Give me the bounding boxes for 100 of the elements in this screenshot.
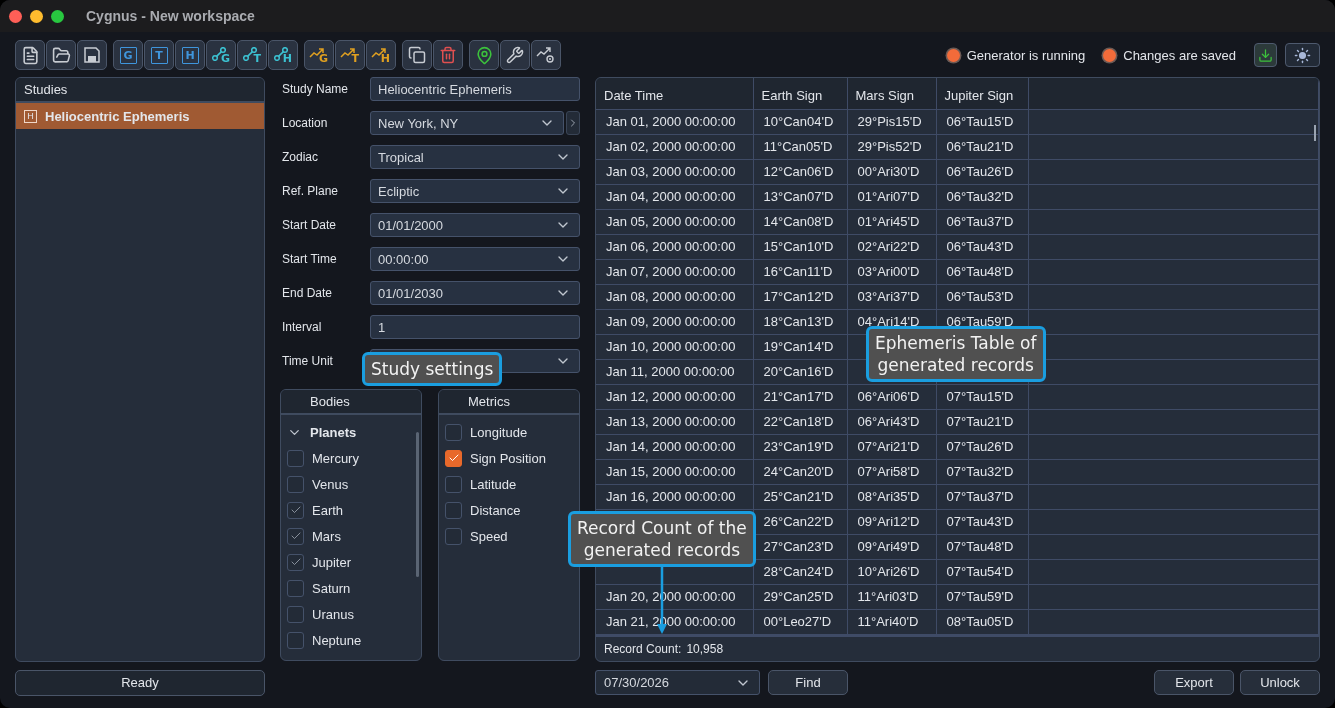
field-label: Start Date <box>281 218 338 232</box>
table-cell: 06°Tau15'D <box>936 109 1028 134</box>
annotation-tooltip: Ephemeris Table of generated records <box>866 326 1046 382</box>
table-cell: 29°Pis52'D <box>847 134 936 159</box>
table-cell: 06°Tau21'D <box>936 134 1028 159</box>
field-label: End Date <box>281 286 334 300</box>
body-label: Jupiter <box>312 554 352 570</box>
table-cell: 07°Tau48'D <box>936 534 1028 559</box>
table-cell: 14°Can08'D <box>753 209 847 234</box>
metric-label: Longitude <box>470 424 528 440</box>
table-cell: Jan 13, 2000 00:00:00 <box>596 409 753 434</box>
metric-label: Sign Position <box>470 450 546 466</box>
table-cell: 08°Ari35'D <box>847 484 936 509</box>
table-cell: 23°Can19'D <box>753 434 847 459</box>
table-cell: 11°Ari03'D <box>847 584 936 609</box>
table-cell: Jan 14, 2000 00:00:00 <box>596 434 753 459</box>
table-cell: 11°Ari40'D <box>847 609 936 634</box>
table-cell: 06°Tau53'D <box>936 284 1028 309</box>
panel-title: Bodies <box>309 394 350 409</box>
table-cell: 07°Tau26'D <box>936 434 1028 459</box>
table-cell: Jan 06, 2000 00:00:00 <box>596 234 753 259</box>
table-cell: 13°Can07'D <box>753 184 847 209</box>
table-cell: 01°Ari07'D <box>847 184 936 209</box>
table-cell: 17°Can12'D <box>753 284 847 309</box>
body-label: Venus <box>312 476 349 492</box>
table-cell: 16°Can11'D <box>753 259 847 284</box>
field-label: Ref. Plane <box>281 184 340 198</box>
table-cell: 24°Can20'D <box>753 459 847 484</box>
status-label: Changes are saved <box>1123 47 1236 63</box>
table-cell: 10°Ari26'D <box>847 559 936 584</box>
table-cell: Jan 11, 2000 00:00:00 <box>596 359 753 384</box>
table-cell: 07°Tau54'D <box>936 559 1028 584</box>
table-cell: 07°Tau59'D <box>936 584 1028 609</box>
body-label: Earth <box>312 502 344 518</box>
table-cell: Jan 01, 2000 00:00:00 <box>596 109 753 134</box>
body-label: Neptune <box>312 632 362 648</box>
table-cell: 09°Ari12'D <box>847 509 936 534</box>
record-count-label: Record Count: <box>604 641 682 656</box>
table-cell: 07°Tau32'D <box>936 459 1028 484</box>
table-cell: 00°Ari30'D <box>847 159 936 184</box>
table-cell: 29°Pis15'D <box>847 109 936 134</box>
table-cell: 06°Tau43'D <box>936 234 1028 259</box>
table-cell: 07°Tau43'D <box>936 509 1028 534</box>
metric-label: Speed <box>470 528 508 544</box>
table-cell: Jan 03, 2000 00:00:00 <box>596 159 753 184</box>
metric-label: Latitude <box>470 476 517 492</box>
window-title: Cygnus - New workspace <box>86 8 255 24</box>
annotation-tooltip: Record Count of the generated records <box>568 511 756 567</box>
table-cell: 03°Ari37'D <box>847 284 936 309</box>
table-cell: 22°Can18'D <box>753 409 847 434</box>
body-label: Mercury <box>312 450 359 466</box>
table-cell: 07°Ari58'D <box>847 459 936 484</box>
table-cell: Jan 08, 2000 00:00:00 <box>596 284 753 309</box>
table-cell: 15°Can10'D <box>753 234 847 259</box>
table-cell: 12°Can06'D <box>753 159 847 184</box>
table-cell: 29°Can25'D <box>753 584 847 609</box>
table-cell: 06°Tau48'D <box>936 259 1028 284</box>
table-cell: Jan 07, 2000 00:00:00 <box>596 259 753 284</box>
table-cell: 06°Tau32'D <box>936 184 1028 209</box>
table-cell: 07°Tau37'D <box>936 484 1028 509</box>
table-cell: 07°Tau21'D <box>936 409 1028 434</box>
table-cell: 06°Ari43'D <box>847 409 936 434</box>
table-cell: 18°Can13'D <box>753 309 847 334</box>
panel-title: Studies <box>24 82 68 97</box>
study-type-icon: H <box>24 109 37 123</box>
table-cell: 06°Tau37'D <box>936 209 1028 234</box>
field-label: Time Unit <box>281 354 334 368</box>
status-label: Generator is running <box>966 47 1086 63</box>
field-label: Interval <box>281 320 323 334</box>
table-cell: 07°Ari21'D <box>847 434 936 459</box>
field-label: Start Time <box>281 252 338 266</box>
table-cell: 06°Tau26'D <box>936 159 1028 184</box>
field-label: Zodiac <box>281 150 320 164</box>
table-cell: 19°Can14'D <box>753 334 847 359</box>
body-label: Uranus <box>312 606 354 622</box>
table-cell: 09°Ari49'D <box>847 534 936 559</box>
table-cell: 01°Ari45'D <box>847 209 936 234</box>
field-label: Study Name <box>281 82 350 96</box>
table-cell: Jan 04, 2000 00:00:00 <box>596 184 753 209</box>
table-cell: 08°Tau05'D <box>936 609 1028 634</box>
annotation-tooltip: Study settings <box>362 352 503 386</box>
metric-label: Distance <box>470 502 521 518</box>
table-cell: Jan 10, 2000 00:00:00 <box>596 334 753 359</box>
table-cell: Jan 05, 2000 00:00:00 <box>596 209 753 234</box>
field-label: Location <box>281 116 329 130</box>
table-cell: 25°Can21'D <box>753 484 847 509</box>
table-cell: 00°Leo27'D <box>753 609 847 634</box>
table-cell: 21°Can17'D <box>753 384 847 409</box>
table-cell: Jan 15, 2000 00:00:00 <box>596 459 753 484</box>
table-cell: 10°Can04'D <box>753 109 847 134</box>
body-label: Mars <box>312 528 341 544</box>
table-cell: 07°Tau15'D <box>936 384 1028 409</box>
table-cell: 11°Can05'D <box>753 134 847 159</box>
table-cell: Jan 02, 2000 00:00:00 <box>596 134 753 159</box>
record-count-value: 10,958 <box>686 641 724 656</box>
table-cell: 06°Ari06'D <box>847 384 936 409</box>
table-cell: Jan 12, 2000 00:00:00 <box>596 384 753 409</box>
table-cell: Jan 09, 2000 00:00:00 <box>596 309 753 334</box>
table-cell: 20°Can16'D <box>753 359 847 384</box>
study-name: Heliocentric Ephemeris <box>45 108 190 124</box>
